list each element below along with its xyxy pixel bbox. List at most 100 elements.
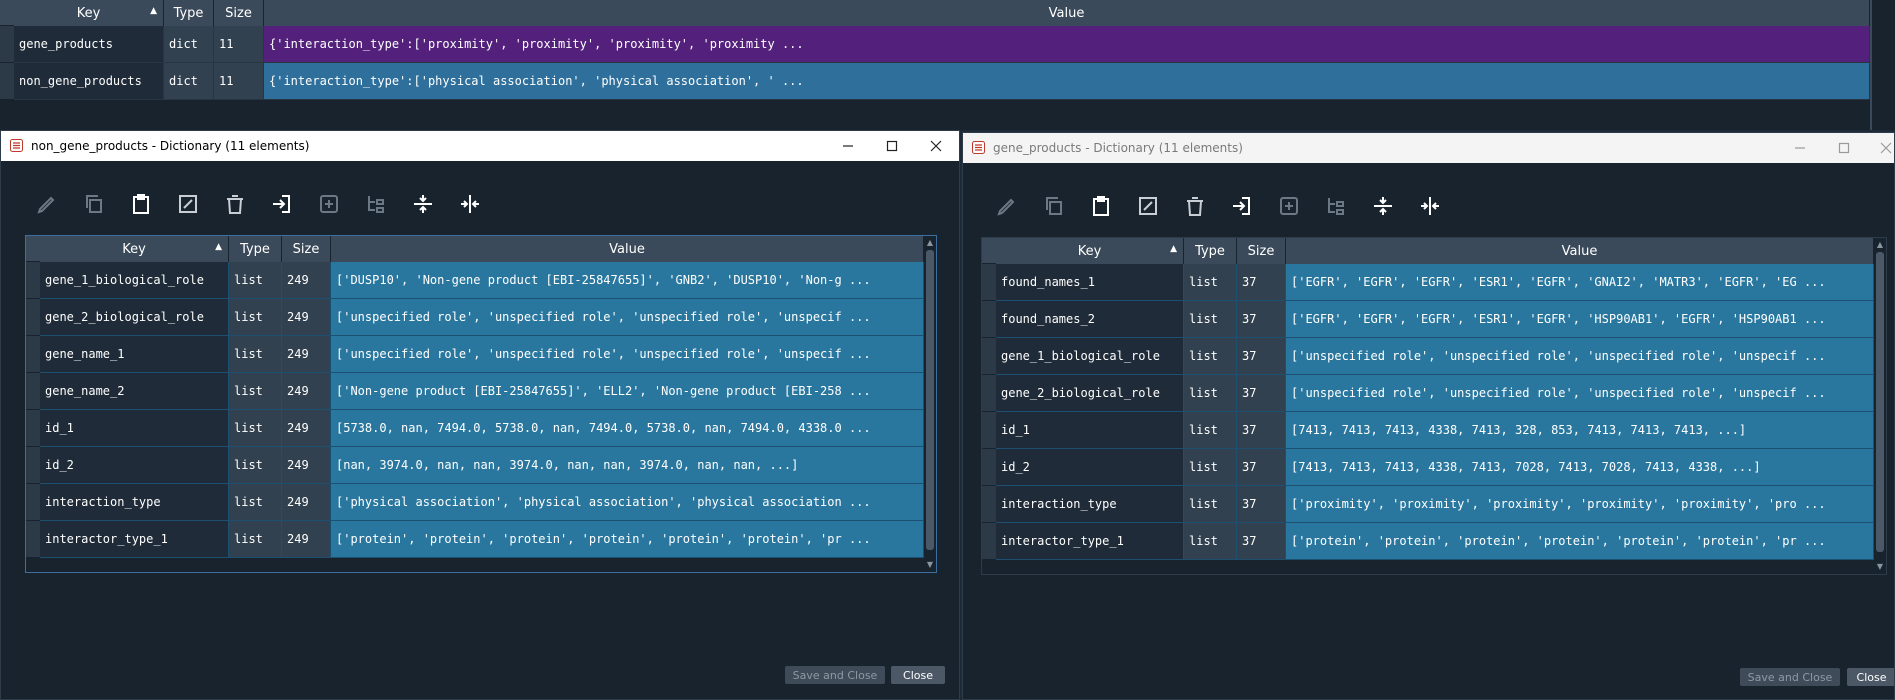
copy-button[interactable] bbox=[70, 189, 117, 219]
scroll-thumb[interactable] bbox=[1876, 252, 1884, 552]
table-row-type[interactable]: list bbox=[1184, 264, 1237, 301]
resize-columns-button[interactable] bbox=[1406, 191, 1453, 221]
table-row-key[interactable]: interactor_type_1 bbox=[40, 521, 229, 558]
table-row-key[interactable]: interaction_type bbox=[40, 484, 229, 521]
row-header[interactable] bbox=[26, 373, 40, 410]
table-row-size[interactable]: 37 bbox=[1237, 412, 1286, 449]
table-row-value[interactable]: ['protein', 'protein', 'protein', 'prote… bbox=[331, 521, 924, 558]
table-row-value[interactable]: ['proximity', 'proximity', 'proximity', … bbox=[1286, 486, 1874, 523]
header-size[interactable]: Size bbox=[282, 236, 331, 262]
table-row-value[interactable]: ['DUSP10', 'Non-gene product [EBI-258476… bbox=[331, 262, 924, 299]
table-row-key[interactable]: interactor_type_1 bbox=[996, 523, 1184, 560]
close-button[interactable]: Close bbox=[891, 666, 945, 684]
close-window-button[interactable] bbox=[1877, 139, 1894, 157]
edit-button[interactable] bbox=[983, 191, 1030, 221]
table-row-type[interactable]: list bbox=[1184, 523, 1237, 560]
row-header[interactable] bbox=[982, 486, 996, 523]
table-row-type[interactable]: list bbox=[229, 521, 282, 558]
row-header[interactable] bbox=[982, 412, 996, 449]
row-header[interactable] bbox=[26, 336, 40, 373]
table-row-size[interactable]: 37 bbox=[1237, 449, 1286, 486]
table-row-key[interactable]: interaction_type bbox=[996, 486, 1184, 523]
table-row-key[interactable]: id_1 bbox=[996, 412, 1184, 449]
table-row-key[interactable]: gene_1_biological_role bbox=[996, 338, 1184, 375]
table-row-value[interactable]: ['EGFR', 'EGFR', 'EGFR', 'ESR1', 'EGFR',… bbox=[1286, 264, 1874, 301]
table-row-key[interactable]: non_gene_products bbox=[14, 63, 164, 100]
row-header[interactable] bbox=[26, 262, 40, 299]
table-row-size[interactable]: 37 bbox=[1237, 301, 1286, 338]
dialog-titlebar[interactable]: non_gene_products - Dictionary (11 eleme… bbox=[1, 131, 959, 161]
table-row-size[interactable]: 249 bbox=[282, 299, 331, 336]
table-row-size[interactable]: 37 bbox=[1237, 523, 1286, 560]
table-row-key[interactable]: gene_2_biological_role bbox=[996, 375, 1184, 412]
table-row-size[interactable]: 249 bbox=[282, 410, 331, 447]
table-row-key[interactable]: found_names_2 bbox=[996, 301, 1184, 338]
table-row-key[interactable]: gene_name_2 bbox=[40, 373, 229, 410]
table-row-value[interactable]: [7413, 7413, 7413, 4338, 7413, 7028, 741… bbox=[1286, 449, 1874, 486]
table-row-value[interactable]: {'interaction_type':['physical associati… bbox=[264, 63, 1870, 100]
scroll-up-icon[interactable]: ▲ bbox=[924, 238, 936, 248]
header-key[interactable]: Key ▲ bbox=[40, 236, 229, 262]
table-row-size[interactable]: 249 bbox=[282, 373, 331, 410]
row-header[interactable] bbox=[26, 484, 40, 521]
insert-button[interactable] bbox=[1218, 191, 1265, 221]
vertical-scrollbar[interactable]: ▲ ▼ bbox=[1874, 238, 1886, 574]
delete-button[interactable] bbox=[1171, 191, 1218, 221]
table-row-type[interactable]: list bbox=[1184, 375, 1237, 412]
header-value[interactable]: Value bbox=[1286, 238, 1874, 264]
add-button[interactable] bbox=[305, 189, 352, 219]
row-header[interactable] bbox=[982, 264, 996, 301]
table-row-type[interactable]: list bbox=[229, 373, 282, 410]
row-header[interactable] bbox=[982, 449, 996, 486]
table-row-value[interactable]: ['unspecified role', 'unspecified role',… bbox=[331, 336, 924, 373]
header-type[interactable]: Type bbox=[1184, 238, 1237, 264]
row-header[interactable] bbox=[26, 410, 40, 447]
table-row-type[interactable]: list bbox=[229, 410, 282, 447]
table-row-size[interactable]: 249 bbox=[282, 447, 331, 484]
table-row-key[interactable]: gene_2_biological_role bbox=[40, 299, 229, 336]
collapse-button[interactable] bbox=[399, 189, 446, 219]
row-header[interactable] bbox=[982, 523, 996, 560]
vertical-scrollbar[interactable]: ▲ ▼ bbox=[924, 236, 936, 572]
delete-button[interactable] bbox=[211, 189, 258, 219]
minimize-button[interactable] bbox=[839, 137, 857, 155]
table-row-type[interactable]: list bbox=[1184, 301, 1237, 338]
maximize-button[interactable] bbox=[883, 137, 901, 155]
table-row-type[interactable]: list bbox=[229, 262, 282, 299]
copy-button[interactable] bbox=[1030, 191, 1077, 221]
paste-button[interactable] bbox=[117, 189, 164, 219]
table-row-key[interactable]: found_names_1 bbox=[996, 264, 1184, 301]
table-row-value[interactable]: ['unspecified role', 'unspecified role',… bbox=[331, 299, 924, 336]
row-header[interactable] bbox=[26, 447, 40, 484]
table-row-type[interactable]: dict bbox=[164, 26, 214, 63]
row-header[interactable] bbox=[0, 26, 14, 63]
table-row-key[interactable]: id_1 bbox=[40, 410, 229, 447]
header-type[interactable]: Type bbox=[229, 236, 282, 262]
scroll-up-icon[interactable]: ▲ bbox=[1874, 240, 1886, 250]
table-row-value[interactable]: ['Non-gene product [EBI-25847655]', 'ELL… bbox=[331, 373, 924, 410]
table-row-value[interactable]: ['unspecified role', 'unspecified role',… bbox=[1286, 375, 1874, 412]
table-row-type[interactable]: list bbox=[229, 299, 282, 336]
scroll-thumb[interactable] bbox=[926, 250, 934, 550]
table-row-value[interactable]: ['unspecified role', 'unspecified role',… bbox=[1286, 338, 1874, 375]
table-row-type[interactable]: dict bbox=[164, 63, 214, 100]
rename-button[interactable] bbox=[1124, 191, 1171, 221]
table-row-value[interactable]: [nan, 3974.0, nan, nan, 3974.0, nan, nan… bbox=[331, 447, 924, 484]
row-header[interactable] bbox=[26, 299, 40, 336]
table-row-key[interactable]: gene_1_biological_role bbox=[40, 262, 229, 299]
header-key[interactable]: Key ▲ bbox=[996, 238, 1184, 264]
row-header[interactable] bbox=[26, 521, 40, 558]
paste-button[interactable] bbox=[1077, 191, 1124, 221]
table-row-type[interactable]: list bbox=[1184, 486, 1237, 523]
table-row-type[interactable]: list bbox=[1184, 449, 1237, 486]
table-row-value[interactable]: [5738.0, nan, 7494.0, 5738.0, nan, 7494.… bbox=[331, 410, 924, 447]
table-row-type[interactable]: list bbox=[229, 336, 282, 373]
tree-button[interactable] bbox=[1312, 191, 1359, 221]
table-row-key[interactable]: id_2 bbox=[40, 447, 229, 484]
table-row-size[interactable]: 249 bbox=[282, 262, 331, 299]
rename-button[interactable] bbox=[164, 189, 211, 219]
table-row-size[interactable]: 37 bbox=[1237, 338, 1286, 375]
table-row-type[interactable]: list bbox=[1184, 412, 1237, 449]
header-value[interactable]: Value bbox=[264, 0, 1870, 26]
header-size[interactable]: Size bbox=[214, 0, 264, 26]
